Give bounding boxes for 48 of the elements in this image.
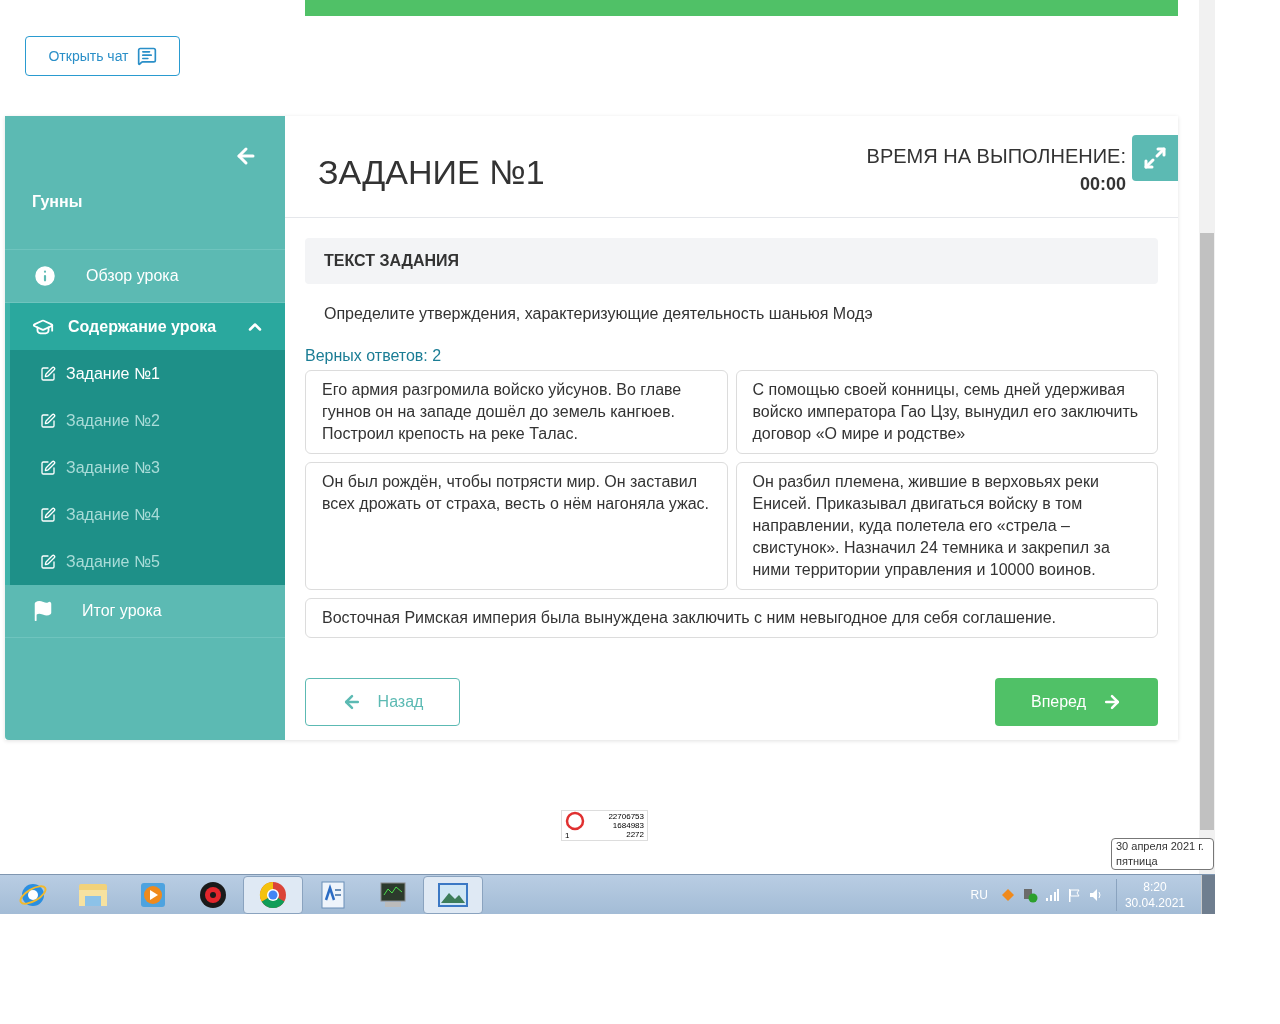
next-button[interactable]: Вперед <box>995 678 1158 726</box>
scrollbar-thumb[interactable] <box>1200 233 1214 830</box>
section-heading: ТЕКСТ ЗАДАНИЯ <box>305 238 1158 284</box>
counter-value: 22706753 <box>608 812 644 821</box>
tooltip-line: 30 апреля 2021 г. <box>1116 839 1205 854</box>
course-title: Гунны <box>32 192 84 212</box>
answer-card[interactable]: Его армия разгромила войско уйсунов. Во главе гуннов он на западе дошёл до земель кангюев. Построил крепость на реке Талас. <box>305 370 728 454</box>
answer-card[interactable]: С помощью своей конницы, семь дней удерживая войско императора Гао Цзу, вынудил его заключить договор «О мире и родстве» <box>735 370 1158 454</box>
chat-icon <box>136 46 157 66</box>
edit-icon <box>40 553 56 570</box>
task-link[interactable]: Задание №2 <box>10 397 285 444</box>
edit-icon <box>40 412 56 429</box>
timer-value: 00:00 <box>1079 173 1126 196</box>
timer-label: ВРЕМЯ НА ВЫПОЛНЕНИЕ: <box>866 144 1126 169</box>
edit-icon <box>40 459 56 476</box>
expand-icon <box>1143 146 1167 170</box>
picture-viewer-icon <box>437 880 469 909</box>
task-link[interactable]: Задание №1 <box>10 350 285 397</box>
flag-icon <box>32 600 54 622</box>
task-link[interactable]: Задание №4 <box>10 491 285 538</box>
sidebar-item[interactable]: Содержание урока <box>5 303 285 350</box>
task-title: ЗАДАНИЕ №1 <box>318 152 545 193</box>
tooltip-line: пятница <box>1116 854 1159 869</box>
edit-icon <box>40 365 56 382</box>
show-desktop-button[interactable] <box>1201 874 1215 915</box>
answer-card[interactable]: Он разбил племена, жившие в верховьях реки Енисей. Приказывал двигаться войску в том направлении, куда полетела его «стрела – свистунок». Назначил 24 темника и закрепил за ними территории управления и 10000 воинов. <box>735 462 1158 590</box>
correct-answers-count: Верных ответов: 2 <box>305 346 443 366</box>
clock[interactable]: 8:20 30.04.2021 <box>1115 878 1193 911</box>
question-text: Определите утверждения, характеризующие деятельность шаньюя Модэ <box>323 304 874 324</box>
document-icon <box>320 879 346 910</box>
edit-icon <box>40 506 56 523</box>
monitor-icon <box>377 879 409 910</box>
circle-icon <box>565 811 585 831</box>
answer-card[interactable]: Он был рождён, чтобы потрясти мир. Он заставил всех дрожать от страха, весть о нём нагоняла ужас. <box>305 462 728 590</box>
language-indicator[interactable]: RU <box>970 885 988 904</box>
task-link[interactable]: Задание №3 <box>10 444 285 491</box>
browser-icon <box>258 879 288 910</box>
counter-value: 2272 <box>626 830 644 839</box>
answer-card[interactable]: Восточная Римская империя была вынуждена заключить с ним невыгодное для себя соглашение. <box>305 598 1158 638</box>
counter-value: 1684983 <box>612 821 644 830</box>
task-link[interactable]: Задание №5 <box>10 538 285 585</box>
open-chat-button[interactable]: Открыть чат <box>25 36 180 76</box>
back-button[interactable]: Назад <box>305 678 460 726</box>
fullscreen-button[interactable] <box>1132 135 1178 181</box>
info-icon <box>32 263 58 289</box>
signal-icon[interactable] <box>1043 886 1060 903</box>
counter-corner: 1 <box>565 831 571 840</box>
sidebar-item[interactable]: Итог урока <box>5 585 285 638</box>
